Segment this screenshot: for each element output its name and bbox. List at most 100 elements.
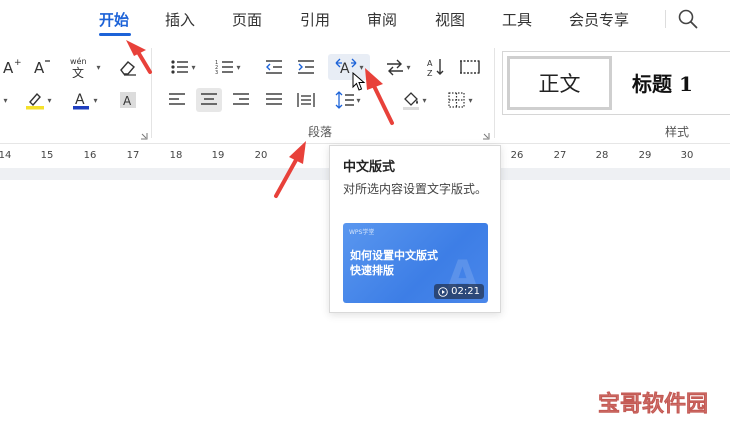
line-spacing-icon (336, 91, 355, 109)
borders-button[interactable]: ▾ (442, 88, 478, 112)
align-right-button[interactable] (229, 88, 253, 112)
phonetic-guide-button[interactable]: wén 文 ▾ (66, 55, 104, 79)
decrease-font-size-button[interactable]: A (30, 55, 54, 79)
svg-text:A: A (75, 92, 85, 108)
tab-review[interactable]: 审阅 (367, 9, 397, 30)
highlight-button[interactable]: ▾ (20, 88, 56, 112)
svg-text:Z: Z (427, 69, 433, 77)
tab-tools[interactable]: 工具 (502, 9, 532, 30)
ruler-number: 14 (0, 150, 12, 161)
ruler-number: 17 (126, 150, 140, 161)
numbering-icon: 1 2 3 (215, 60, 234, 76)
borders-icon (448, 92, 466, 108)
increase-font-size-icon: A + (3, 58, 22, 77)
chevron-down-icon: ▾ (356, 95, 361, 105)
shading-icon (403, 92, 420, 110)
sort-icon: A Z (427, 59, 444, 77)
tooltip-title: 中文版式 (343, 160, 396, 175)
search-icon[interactable] (677, 8, 699, 30)
distributed-button[interactable] (294, 88, 318, 112)
styles-group-label: 样式 (665, 125, 690, 139)
svg-text:+: + (14, 58, 22, 68)
highlight-icon (26, 92, 45, 110)
ruler-number: 28 (595, 150, 609, 161)
chevron-down-icon: ▾ (468, 95, 473, 105)
watermark-logo: 宝哥软件园 (588, 387, 718, 419)
video-duration: 02:21 (451, 286, 480, 297)
svg-text:文: 文 (72, 65, 84, 78)
bullets-icon (171, 60, 189, 74)
clear-format-icon (120, 61, 136, 76)
ruler-number: 20 (254, 150, 268, 161)
chevron-down-icon: ▾ (422, 95, 427, 105)
align-left-button[interactable] (165, 88, 189, 112)
svg-text:A: A (34, 59, 45, 77)
ruler-number: 29 (638, 150, 652, 161)
justify-button[interactable] (262, 88, 286, 112)
divider (665, 10, 666, 28)
chevron-down-icon: ▾ (47, 95, 52, 105)
decrease-indent-button[interactable] (262, 55, 286, 79)
tab-insert[interactable]: 插入 (165, 9, 195, 30)
tab-page[interactable]: 页面 (232, 9, 262, 30)
font-color-button[interactable]: A ▾ (66, 88, 102, 112)
ruler-number: 16 (83, 150, 97, 161)
chevron-down-icon: ▾ (96, 62, 101, 72)
svg-text:宝哥软件园: 宝哥软件园 (598, 391, 708, 417)
chevron-down-icon: ▾ (359, 62, 364, 72)
svg-text:A: A (3, 59, 14, 77)
paragraph-group-label: 段落 (308, 125, 333, 139)
increase-indent-button[interactable] (294, 55, 318, 79)
distributed-icon (297, 93, 315, 107)
chinese-layout-tooltip: 中文版式 对所选内容设置文字版式。 WPS学堂 A 如何设置中文版式 快速排版 … (329, 145, 501, 313)
svg-text:3: 3 (215, 70, 218, 76)
font-color-icon: A (73, 92, 90, 110)
style-heading-1[interactable]: 标题 1 (632, 68, 693, 97)
text-direction-button[interactable]: ▾ (380, 55, 416, 79)
phonetic-guide-icon: wén 文 (70, 56, 87, 78)
video-brand: WPS学堂 (349, 229, 375, 236)
ruler-number: 18 (169, 150, 183, 161)
ruler-number: 19 (211, 150, 225, 161)
tab-member[interactable]: 会员专享 (569, 9, 629, 30)
tab-references[interactable]: 引用 (300, 9, 330, 30)
shading-button[interactable]: ▾ (396, 88, 432, 112)
menu-bar: 开始 插入 页面 引用 审阅 视图 工具 会员专享 (0, 0, 730, 40)
align-left-icon (169, 93, 185, 105)
justify-icon (266, 93, 282, 105)
align-center-icon (201, 93, 217, 105)
bullets-button[interactable]: ▾ (165, 55, 201, 79)
video-title: 如何设置中文版式 快速排版 (350, 249, 438, 277)
video-duration-badge: 02:21 (434, 284, 484, 299)
ruler-number: 26 (510, 150, 524, 161)
active-tab-indicator (99, 33, 131, 36)
chevron-down-icon: ▾ (93, 95, 98, 105)
font-dialog-launcher-icon[interactable] (140, 132, 148, 140)
align-right-icon (233, 93, 249, 105)
group-divider (494, 48, 495, 138)
style-normal[interactable]: 正文 (507, 56, 612, 110)
tab-view[interactable]: 视图 (435, 9, 465, 30)
ruler-number: 15 (40, 150, 54, 161)
chevron-down-icon: ▾ (236, 62, 241, 72)
paragraph-dialog-launcher-icon[interactable] (482, 132, 490, 140)
character-shading-icon: A (120, 92, 136, 108)
font-dropdown-caret[interactable]: ▾ (0, 88, 10, 112)
numbering-button[interactable]: 1 2 3 ▾ (210, 55, 246, 79)
show-marks-button[interactable] (456, 55, 484, 79)
character-shading-button[interactable]: A (116, 88, 140, 112)
clear-format-button[interactable] (116, 55, 140, 79)
tutorial-video-thumbnail[interactable]: WPS学堂 A 如何设置中文版式 快速排版 02:21 (343, 223, 488, 303)
tab-home[interactable]: 开始 (99, 9, 129, 30)
tooltip-description: 对所选内容设置文字版式。 (343, 182, 488, 196)
decrease-font-size-icon: A (34, 59, 50, 77)
increase-font-size-button[interactable]: A + (0, 55, 24, 79)
chevron-down-icon: ▾ (3, 95, 8, 105)
ruler-number: 30 (680, 150, 694, 161)
sort-button[interactable]: A Z (424, 55, 448, 79)
chevron-down-icon: ▾ (406, 62, 411, 72)
group-divider (151, 48, 152, 138)
mouse-cursor-icon (352, 72, 366, 91)
align-center-button[interactable] (196, 88, 222, 112)
decrease-indent-icon (266, 60, 282, 74)
